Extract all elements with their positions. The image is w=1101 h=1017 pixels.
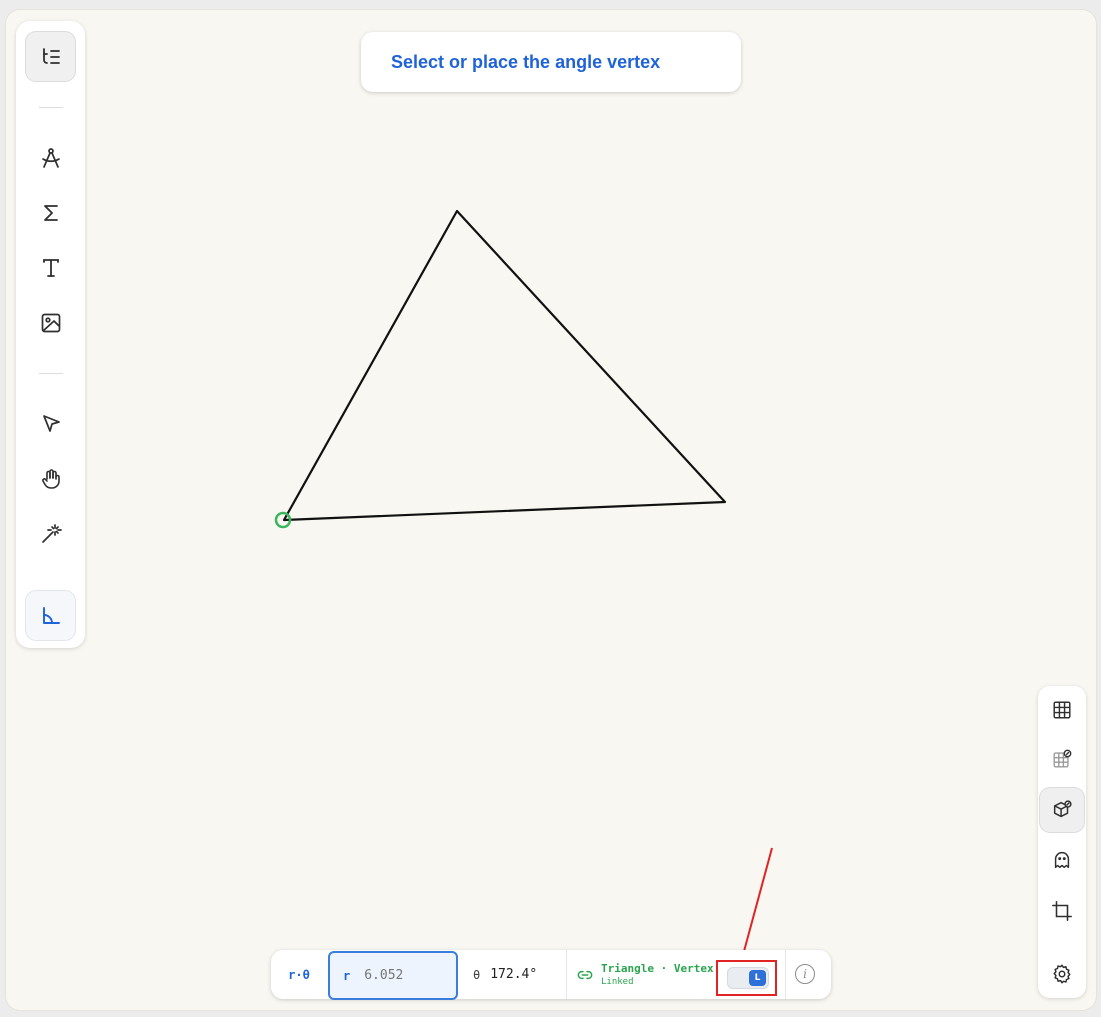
theta-value: 172.4° [490, 967, 538, 982]
link-icon [577, 967, 593, 983]
settings-icon[interactable] [1040, 952, 1084, 996]
theta-field[interactable]: θ 172.4° [461, 950, 567, 999]
image-icon[interactable] [26, 298, 75, 347]
radius-field[interactable]: r [328, 951, 458, 1000]
toolbar-divider [39, 373, 63, 374]
toolbar-divider [39, 107, 63, 108]
outline-list-icon[interactable] [26, 32, 75, 81]
cube-snap-icon[interactable] [1040, 788, 1084, 832]
theta-label: θ [473, 967, 481, 982]
sigma-icon[interactable] [26, 188, 75, 237]
left-toolbar [16, 21, 85, 648]
right-toolbar [1038, 686, 1086, 998]
annotation-arrow [742, 847, 773, 956]
coordinate-input-bar: r·θ r θ 172.4° Triangle · Vertex Linked … [271, 950, 831, 1000]
pointer-icon[interactable] [26, 399, 75, 448]
link-state-label: Linked [601, 977, 634, 987]
highlight-box: L [716, 960, 777, 996]
radius-input[interactable] [362, 967, 457, 984]
hand-icon[interactable] [26, 454, 75, 503]
lock-toggle-knob: L [749, 970, 766, 986]
radius-label: r [343, 968, 351, 983]
grid-icon[interactable] [1040, 688, 1084, 732]
triangle-shape[interactable] [282, 209, 727, 522]
info-icon[interactable]: i [795, 964, 815, 984]
statusbar-divider [785, 950, 786, 999]
grid-snap-icon[interactable] [1040, 737, 1084, 781]
crop-icon[interactable] [1040, 889, 1084, 933]
canvas-drawing [274, 209, 773, 964]
text-icon[interactable] [26, 243, 75, 292]
magic-wand-icon[interactable] [26, 509, 75, 558]
compass-icon[interactable] [26, 133, 75, 182]
angle-tool-icon[interactable] [26, 591, 75, 640]
instruction-text: Select or place the angle vertex [391, 51, 661, 72]
ghost-icon[interactable] [1040, 838, 1084, 882]
lock-toggle[interactable]: L [727, 967, 769, 989]
link-status: Triangle · Vertex Linked [567, 950, 717, 999]
link-target-label: Triangle · Vertex [601, 962, 714, 975]
instruction-banner: Select or place the angle vertex [361, 32, 741, 92]
coordinate-mode-toggle[interactable]: r·θ [271, 950, 327, 999]
